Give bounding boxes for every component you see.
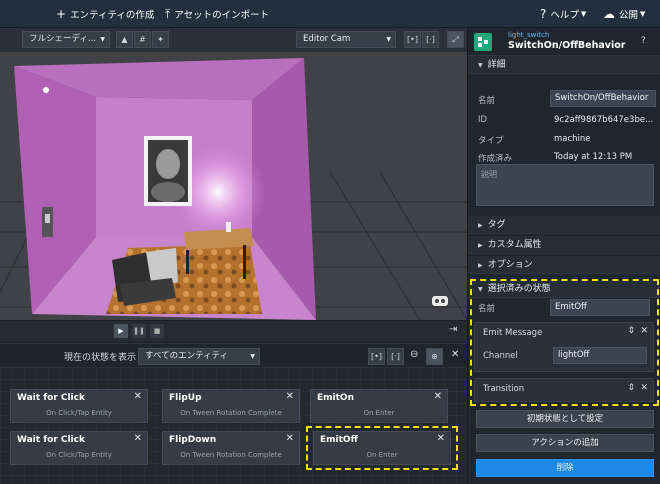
state-editor-toolbar: 現在の状態を表示 すべてのエンティティ ▼ [•] [·] ⊖ ⊕ ✕ <box>0 343 467 367</box>
state-machine-glyph <box>478 37 488 47</box>
state-node[interactable]: EmitOn ✕ On Enter <box>310 389 448 423</box>
state-graph[interactable]: Wait for Click ✕ On Click/Tap Entity Fli… <box>0 367 467 484</box>
details-section-header[interactable]: ▼ 詳細 <box>468 56 660 74</box>
help-icon[interactable]: ? <box>641 36 646 46</box>
create-entity-button[interactable]: + エンティティの作成 <box>56 7 154 21</box>
type-label: タイプ <box>478 136 504 146</box>
selected-state-section-header[interactable]: ▼ 選択済みの状態 <box>468 280 660 298</box>
tags-section-header[interactable]: ▶ タグ <box>468 216 660 234</box>
created-value: Today at 12:13 PM <box>554 152 633 162</box>
upload-icon: ⤒ <box>165 7 171 21</box>
frame-left-icon[interactable]: [•] <box>368 348 385 365</box>
close-icon[interactable]: ✕ <box>434 391 442 402</box>
name-label: 名前 <box>478 96 496 106</box>
panel-title: SwitchOn/OffBehavior <box>508 40 626 51</box>
pause-icon[interactable]: ❚❚ <box>132 324 146 338</box>
play-icon[interactable]: ▶ <box>114 324 128 338</box>
state-node[interactable]: Wait for Click ✕ On Click/Tap Entity <box>10 389 148 423</box>
entity-filter-dropdown[interactable]: すべてのエンティティ ▼ <box>138 348 260 365</box>
stop-icon[interactable]: ■ <box>150 324 164 338</box>
shading-mode-dropdown[interactable]: フルシェーディ... ▼ <box>22 31 110 48</box>
state-name-field[interactable]: EmitOff <box>550 299 650 316</box>
import-asset-button[interactable]: ⤒ アセットのインポート <box>165 7 269 21</box>
frame-left-icon[interactable]: [•] <box>404 31 421 48</box>
question-circle-icon: ? <box>540 7 547 21</box>
description-field[interactable]: 説明 <box>476 164 654 206</box>
reorder-icon[interactable]: ⇕ <box>627 383 635 393</box>
options-section-header[interactable]: ▶ オプション <box>468 256 660 274</box>
reorder-icon[interactable]: ⇕ <box>627 326 635 336</box>
state-name-label: 名前 <box>478 304 496 314</box>
state-node[interactable]: FlipDown ✕ On Tween Rotation Complete <box>162 431 300 465</box>
caret-down-icon: ▼ <box>386 36 391 43</box>
type-value: machine <box>554 134 591 144</box>
scene-viewport[interactable] <box>0 52 467 320</box>
terrain-icon[interactable]: ▲ <box>116 31 133 48</box>
id-label: ID <box>478 115 488 125</box>
magic-wand-icon[interactable]: ✦ <box>152 31 169 48</box>
set-initial-state-button[interactable]: 初期状態として設定 <box>476 410 654 428</box>
state-node[interactable]: FlipUp ✕ On Tween Rotation Complete <box>162 389 300 423</box>
custom-attributes-section-header[interactable]: ▶ カスタム属性 <box>468 236 660 254</box>
close-icon[interactable]: ✕ <box>134 391 142 402</box>
channel-label: Channel <box>483 351 518 361</box>
state-node[interactable]: Wait for Click ✕ On Click/Tap Entity <box>10 431 148 465</box>
grid-icon[interactable]: # <box>134 31 151 48</box>
close-icon[interactable]: ✕ <box>286 391 294 402</box>
caret-down-icon: ▼ <box>580 10 587 18</box>
viewport-toolbar: フルシェーディ... ▼ ▲ # ✦ Editor Cam ▼ [•] [·] … <box>0 28 467 52</box>
help-menu[interactable]: ? ヘルプ ▼ <box>540 7 586 21</box>
close-icon[interactable]: ✕ <box>640 326 648 336</box>
playback-controls: ▶ ❚❚ ■ ⇥ <box>0 320 467 342</box>
close-icon[interactable]: ✕ <box>286 433 294 444</box>
fullscreen-icon[interactable]: ⤢ <box>447 31 464 48</box>
caret-right-icon: ▶ <box>478 242 483 249</box>
zoom-out-icon[interactable]: ⊖ <box>410 349 418 360</box>
channel-field[interactable]: lightOff <box>553 347 647 364</box>
caret-down-icon: ▼ <box>478 62 483 69</box>
plus-icon: + <box>56 7 67 21</box>
panel-header: light_switch SwitchOn/OffBehavior ? <box>468 28 660 56</box>
publish-menu[interactable]: ☁ 公開 ▼ <box>603 7 645 21</box>
state-machine-icon <box>474 33 492 51</box>
caret-right-icon: ▶ <box>478 222 483 229</box>
state-node-selected[interactable]: EmitOff ✕ On Enter <box>313 431 451 465</box>
add-action-button[interactable]: アクションの追加 <box>476 434 654 452</box>
close-icon[interactable]: ✕ <box>134 433 142 444</box>
frame-right-icon[interactable]: [·] <box>387 348 404 365</box>
close-icon[interactable]: ✕ <box>437 433 445 444</box>
vr-headset-icon[interactable] <box>432 296 448 306</box>
camera-dropdown[interactable]: Editor Cam ▼ <box>296 31 396 48</box>
close-icon[interactable]: ✕ <box>451 349 459 360</box>
zoom-in-icon[interactable]: ⊕ <box>426 348 443 365</box>
top-menu-bar: + エンティティの作成 ⤒ アセットのインポート ? ヘルプ ▼ ☁ 公開 ▼ <box>0 0 660 28</box>
caret-right-icon: ▶ <box>478 262 483 269</box>
caret-down-icon: ▼ <box>478 286 483 293</box>
name-field[interactable]: SwitchOn/OffBehavior <box>550 90 656 107</box>
created-label: 作成済み <box>478 154 513 164</box>
inspector-panel: light_switch SwitchOn/OffBehavior ? ▼ 詳細 … <box>467 28 660 484</box>
caret-down-icon: ▼ <box>640 10 646 18</box>
delete-button[interactable]: 削除 <box>476 459 654 477</box>
caret-down-icon: ▼ <box>250 353 255 360</box>
close-icon[interactable]: ✕ <box>640 383 648 393</box>
frame-right-icon[interactable]: [·] <box>422 31 439 48</box>
transition-action: Transition ⇕ ✕ <box>474 378 654 402</box>
caret-down-icon: ▼ <box>100 36 105 43</box>
panel-subtitle: light_switch <box>508 31 550 39</box>
collapse-panel-icon[interactable]: ⇥ <box>449 324 457 335</box>
cloud-upload-icon: ☁ <box>603 7 615 21</box>
show-states-label: 現在の状態を表示 <box>64 353 137 363</box>
emit-message-action: Emit Message ⇕ ✕ Channel lightOff <box>474 322 654 372</box>
id-value: 9c2aff9867b647e3be... <box>554 115 654 125</box>
scene-canvas[interactable] <box>0 52 467 320</box>
